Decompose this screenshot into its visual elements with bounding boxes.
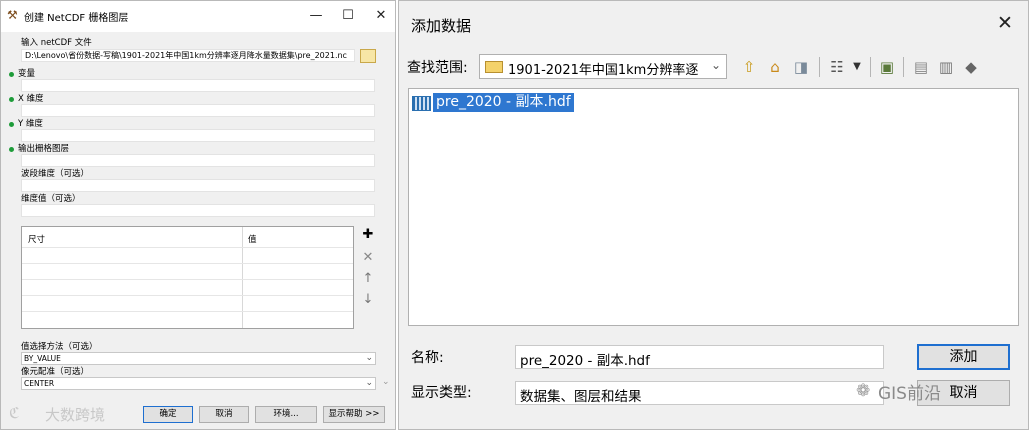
band-dimension-field[interactable] <box>21 179 375 192</box>
up-one-level-icon[interactable]: ⇧ <box>739 57 759 77</box>
browse-folder-icon[interactable] <box>360 49 376 63</box>
ok-button[interactable]: 确定 <box>143 406 193 423</box>
column-header-dimension: 尺寸 <box>28 235 46 245</box>
column-header-value: 值 <box>248 235 257 245</box>
chevron-down-icon: ⌄ <box>365 378 373 388</box>
cell-registration-select[interactable]: CENTER ⌄ <box>21 377 376 390</box>
home-icon[interactable]: ⌂ <box>765 57 785 77</box>
watermark-text: GIS前沿 <box>878 384 941 404</box>
close-button[interactable]: ✕ <box>997 13 1013 33</box>
database-icon[interactable]: ◆ <box>961 57 981 77</box>
view-list-icon[interactable]: ☷ <box>827 57 847 77</box>
hammer-icon: ⚒ <box>7 8 18 22</box>
required-dot-icon <box>9 147 14 152</box>
input-file-label: 输入 netCDF 文件 <box>21 38 92 48</box>
table-row <box>22 295 353 296</box>
window-title: 创建 NetCDF 栅格图层 <box>24 13 129 24</box>
input-file-value: D:\Lenovo\省份数据-写稿\1901-2021年中国1km分辨率逐月降水… <box>25 51 347 60</box>
folder-icon <box>485 61 503 73</box>
cell-registration-value: CENTER <box>24 379 55 388</box>
close-button[interactable]: ✕ <box>372 7 390 25</box>
chevron-down-icon: ⌄ <box>365 353 373 363</box>
toolbar-divider <box>903 57 904 77</box>
toolbox-icon[interactable]: ▥ <box>936 57 956 77</box>
look-in-value: 1901-2021年中国1km分辨率逐 <box>508 63 699 78</box>
show-type-value: 数据集、图层和结果 <box>520 389 642 405</box>
y-dimension-label: Y 维度 <box>18 119 43 129</box>
dimension-values-field[interactable] <box>21 204 375 217</box>
connect-folder-icon[interactable]: ◨ <box>791 57 811 77</box>
show-help-button[interactable]: 显示帮助 >> <box>323 406 385 423</box>
environments-button[interactable]: 环境... <box>255 406 317 423</box>
watermark-text: 大数跨境 <box>45 406 106 424</box>
x-dimension-label: X 维度 <box>18 94 44 104</box>
show-type-select[interactable]: 数据集、图层和结果 <box>515 381 884 405</box>
output-raster-label: 输出栅格图层 <box>18 144 70 154</box>
arrow-down-icon[interactable]: ↓ <box>361 293 375 307</box>
name-label: 名称: <box>411 350 444 366</box>
maximize-button[interactable]: ☐ <box>339 7 357 25</box>
toolbar-divider <box>870 57 871 77</box>
catalog-view-icon[interactable]: ▤ <box>911 57 931 77</box>
watermark-logo-icon: ℭ <box>9 404 20 422</box>
x-icon[interactable]: ✕ <box>361 251 375 265</box>
chevron-down-icon[interactable]: ▼ <box>847 57 867 77</box>
show-type-label: 显示类型: <box>411 385 472 401</box>
dimension-values-table[interactable]: 尺寸 值 <box>21 226 354 329</box>
dialog-title: 添加数据 <box>411 17 472 35</box>
dimension-values-label: 维度值（可选） <box>21 194 81 204</box>
file-browser-list[interactable]: pre_2020 - 副本.hdf <box>408 88 1019 326</box>
name-input[interactable]: pre_2020 - 副本.hdf <box>515 345 884 369</box>
table-row <box>22 311 353 312</box>
value-selection-method-label: 值选择方法（可选） <box>21 342 98 352</box>
cell-registration-label: 像元配准（可选） <box>21 367 90 377</box>
band-dimension-label: 波段维度（可选） <box>21 169 90 179</box>
raster-file-icon <box>412 96 431 111</box>
add-button[interactable]: 添加 <box>917 344 1010 370</box>
variable-field[interactable] <box>21 79 375 92</box>
value-selection-method-select[interactable]: BY_VALUE ⌄ <box>21 352 376 365</box>
name-value: pre_2020 - 副本.hdf <box>520 353 650 369</box>
y-dimension-field[interactable] <box>21 129 375 142</box>
output-raster-field[interactable] <box>21 154 375 167</box>
title-bar[interactable]: ⚒ 创建 NetCDF 栅格图层 — ☐ ✕ <box>1 1 395 32</box>
column-divider <box>242 227 243 328</box>
arrow-up-icon[interactable]: ↑ <box>361 272 375 286</box>
new-folder-icon[interactable]: ▣ <box>877 57 897 77</box>
cancel-button[interactable]: 取消 <box>199 406 249 423</box>
value-selection-method-value: BY_VALUE <box>24 354 61 363</box>
table-row <box>22 263 353 264</box>
required-dot-icon <box>9 72 14 77</box>
create-netcdf-raster-window: ⚒ 创建 NetCDF 栅格图层 — ☐ ✕ 输入 netCDF 文件 D:\L… <box>0 0 396 430</box>
table-row <box>22 279 353 280</box>
look-in-label: 查找范围: <box>407 60 468 76</box>
look-in-select[interactable]: 1901-2021年中国1km分辨率逐 ⌄ <box>479 54 727 79</box>
wechat-icon: ❁ <box>856 381 871 401</box>
file-name: pre_2020 - 副本.hdf <box>433 93 574 112</box>
required-dot-icon <box>9 122 14 127</box>
variable-label: 变量 <box>18 69 36 79</box>
plus-icon[interactable]: ✚ <box>361 228 375 242</box>
required-dot-icon <box>9 97 14 102</box>
minimize-button[interactable]: — <box>307 7 325 25</box>
toolbar-divider <box>819 57 820 77</box>
table-row <box>22 247 353 248</box>
x-dimension-field[interactable] <box>21 104 375 117</box>
scroll-down-icon[interactable]: ⌄ <box>382 377 390 387</box>
input-file-field[interactable]: D:\Lenovo\省份数据-写稿\1901-2021年中国1km分辨率逐月降水… <box>21 49 355 62</box>
chevron-down-icon: ⌄ <box>710 58 721 72</box>
add-data-dialog: 添加数据 ✕ 查找范围: 1901-2021年中国1km分辨率逐 ⌄ ⇧ ⌂ ◨… <box>398 0 1029 430</box>
